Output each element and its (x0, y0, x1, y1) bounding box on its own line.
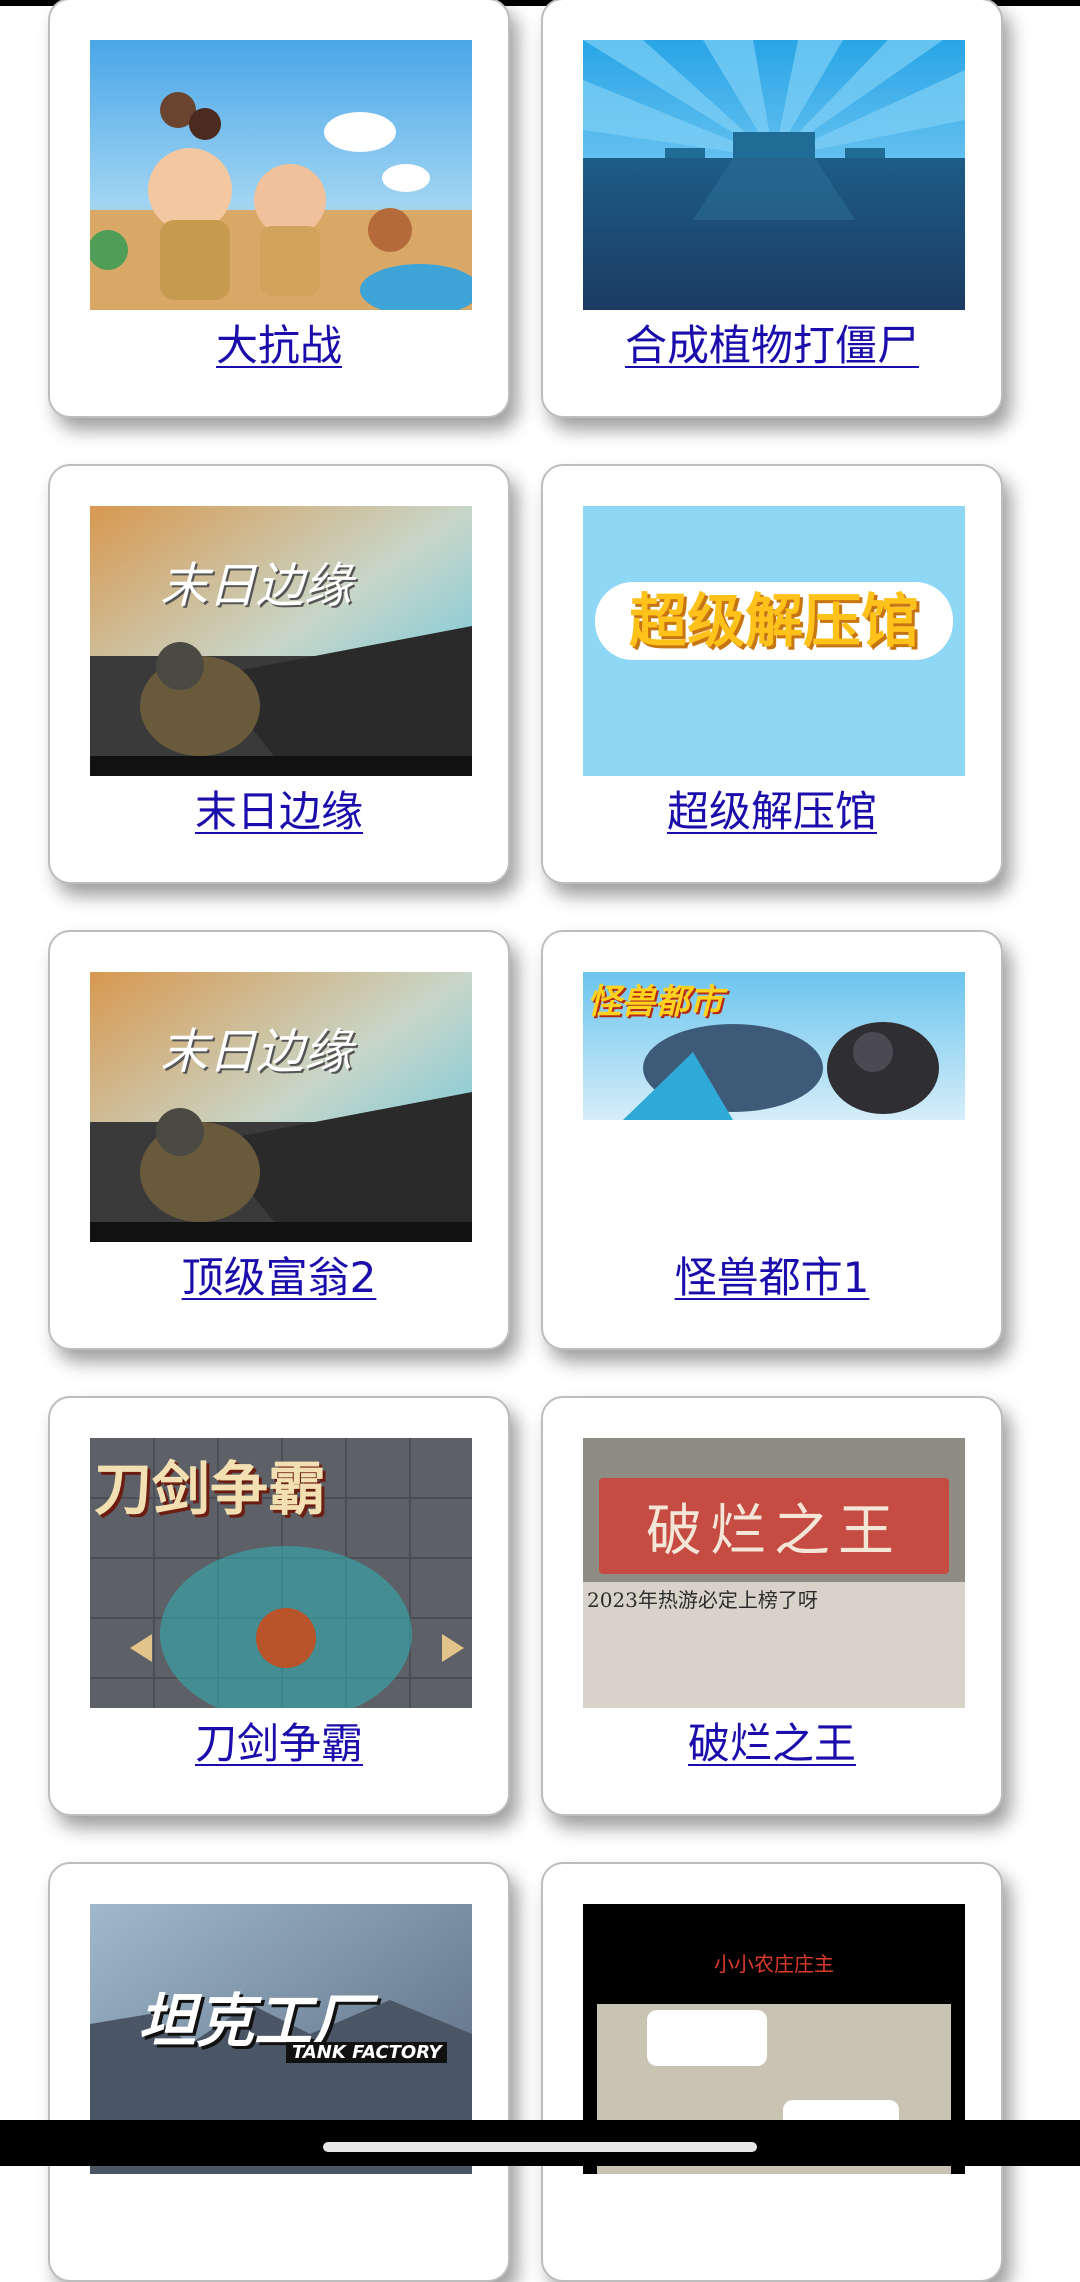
game-thumbnail[interactable] (583, 40, 965, 310)
game-card-super-decompress[interactable]: 超级解压馆 超级解压馆 (541, 464, 1003, 884)
thumbnail-subtext: 2023年热游必定上榜了呀 (587, 1588, 818, 1612)
game-card-top-tycoon-2[interactable]: 末日边缘 顶级富翁2 (48, 930, 510, 1350)
game-card-plants-zombies[interactable]: 合成植物打僵尸 (541, 0, 1003, 418)
thumbnail-logo-text: 超级解压馆 (628, 587, 919, 655)
game-thumbnail[interactable]: 超级解压馆 (583, 506, 965, 776)
home-gesture-handle[interactable] (323, 2142, 757, 2152)
game-thumbnail[interactable] (90, 40, 472, 310)
game-card-sword-battle[interactable]: 刀剑争霸 刀剑争霸 (48, 1396, 510, 1816)
game-thumbnail[interactable]: 破烂之王 2023年热游必定上榜了呀 (583, 1438, 965, 1708)
game-title-link[interactable]: 破烂之王 (543, 1714, 1001, 1774)
game-thumbnail[interactable]: 末日边缘 (90, 972, 472, 1242)
game-card-mo-ri-bian-yuan[interactable]: 末日边缘 末日边缘 (48, 464, 510, 884)
game-title-link[interactable]: 刀剑争霸 (50, 1714, 508, 1774)
thumbnail-logo-text: 刀剑争霸 (94, 1455, 327, 1523)
thumbnail-logo-text: 破烂之王 (646, 1499, 902, 1564)
game-title-link[interactable]: 超级解压馆 (543, 782, 1001, 842)
thumbnail-logo-text: 怪兽都市 (587, 982, 723, 1022)
game-title-link[interactable]: 怪兽都市1 (543, 1248, 1001, 1308)
game-thumbnail[interactable]: 末日边缘 (90, 506, 472, 776)
game-card-monster-city-1[interactable]: 怪兽都市 怪兽都市1 (541, 930, 1003, 1350)
game-card-little-farm[interactable]: 小小农庄庄主 (541, 1862, 1003, 2282)
game-title-link[interactable]: 合成植物打僵尸 (543, 316, 1001, 376)
thumbnail-subtext: TANK FACTORY (286, 2042, 448, 2063)
game-thumbnail[interactable]: 刀剑争霸 (90, 1438, 472, 1708)
game-card-junk-king[interactable]: 破烂之王 2023年热游必定上榜了呀 破烂之王 (541, 1396, 1003, 1816)
game-title-link[interactable]: 末日边缘 (50, 782, 508, 842)
thumbnail-logo-text: 小小农庄庄主 (714, 1952, 834, 1976)
thumbnail-speech-bubble (647, 2010, 767, 2066)
thumbnail-logo-text: 末日边缘 (160, 1024, 353, 1080)
game-grid: 大抗战 合成植物打僵尸 末日边缘 末日边缘 超级解压馆 超级解压馆 末日边缘 顶… (0, 0, 1080, 2282)
game-card-da-kang-zhan[interactable]: 大抗战 (48, 0, 510, 418)
thumbnail-logo-text: 末日边缘 (160, 558, 353, 614)
game-thumbnail[interactable]: 怪兽都市 (583, 972, 965, 1120)
game-title-link[interactable]: 大抗战 (50, 316, 508, 376)
game-card-tank-factory[interactable]: 坦克工厂 TANK FACTORY (48, 1862, 510, 2282)
system-navigation-bar (0, 2120, 1080, 2166)
game-title-link[interactable]: 顶级富翁2 (50, 1248, 508, 1308)
